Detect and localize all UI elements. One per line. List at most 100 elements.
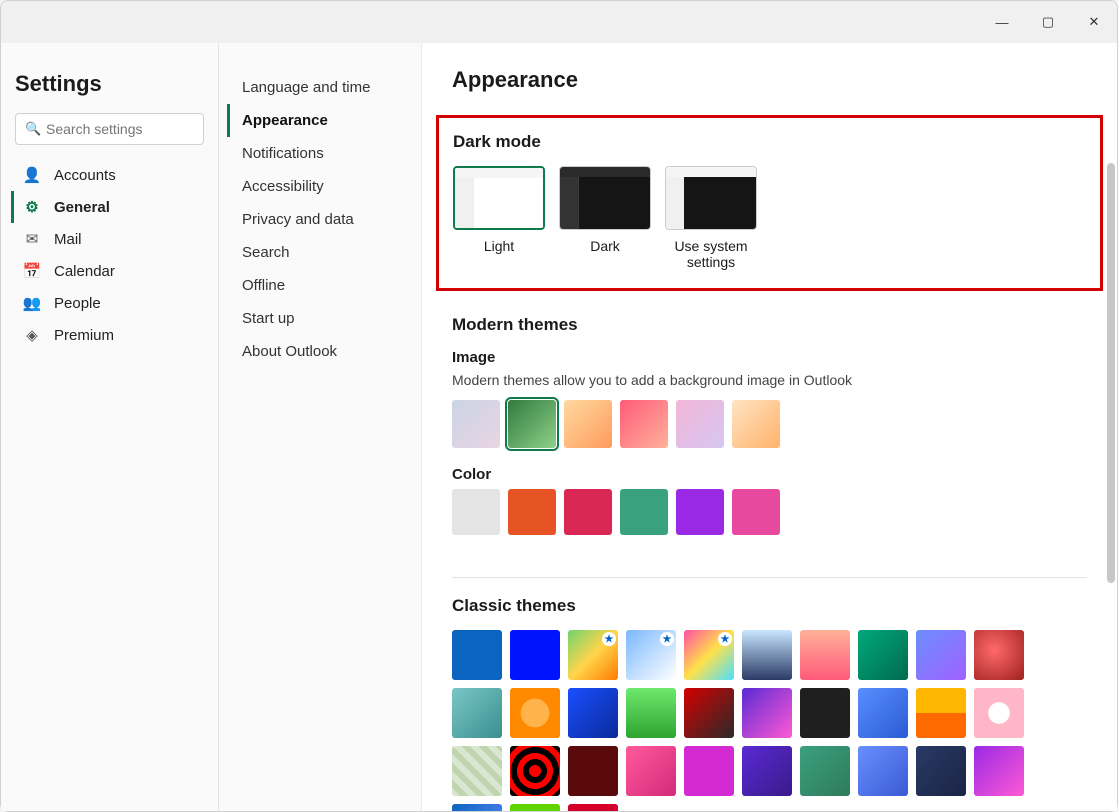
subnav-item-accessibility[interactable]: Accessibility [227,170,413,203]
search-wrap: 🔍 [15,113,204,145]
classic-theme-tile[interactable] [452,746,502,796]
settings-window: — ▢ ✕ Settings 🔍 👤Accounts⚙General✉Mail📅… [0,0,1118,812]
theme-color-c-green[interactable] [620,489,668,535]
sidebar-item-label: General [54,199,110,216]
theme-image-row [452,400,1087,448]
main-panel[interactable]: Appearance Dark mode Light Dark Use system… [421,43,1117,811]
window-minimize-button[interactable]: — [979,1,1025,43]
sidebar-item-label: People [54,295,101,312]
theme-image-img1[interactable] [452,400,500,448]
theme-color-c-red[interactable] [564,489,612,535]
dark-mode-heading: Dark mode [453,132,1086,152]
primary-nav: 👤Accounts⚙General✉Mail📅Calendar 👥 People ◈ P… [11,159,208,351]
theme-color-c-purple[interactable] [676,489,724,535]
window-close-button[interactable]: ✕ [1071,1,1117,43]
classic-theme-tile[interactable] [568,746,618,796]
subnav-item-startup[interactable]: Start up [227,302,413,335]
dark-mode-option-light[interactable]: Light [453,166,545,270]
calendar-icon: 📅 [22,262,42,280]
classic-theme-tile[interactable] [510,688,560,738]
sidebar-item-people[interactable]: 👥 People [11,287,208,319]
classic-theme-tile[interactable] [974,630,1024,680]
classic-theme-tile[interactable] [916,630,966,680]
classic-theme-tile[interactable] [684,688,734,738]
mode-label: Use system settings [665,238,757,270]
theme-color-c-none[interactable] [452,489,500,535]
mode-label: Light [453,238,545,254]
classic-theme-tile[interactable] [800,688,850,738]
classic-theme-tile[interactable] [858,746,908,796]
classic-theme-tile[interactable] [510,804,560,811]
mode-label: Dark [559,238,651,254]
scrollbar-thumb[interactable] [1107,163,1115,583]
premium-badge-icon: ★ [718,632,732,646]
classic-theme-tile[interactable] [974,746,1024,796]
sidebar-item-general[interactable]: ⚙General [11,191,208,223]
classic-theme-tile[interactable] [858,630,908,680]
people-icon: 👥 [22,294,42,312]
theme-image-img5[interactable] [676,400,724,448]
mode-preview [665,166,757,230]
premium-badge-icon: ★ [660,632,674,646]
subnav-item-offline[interactable]: Offline [227,269,413,302]
titlebar: — ▢ ✕ [1,1,1117,43]
classic-theme-tile[interactable] [452,630,502,680]
subnav-item-privacy-data[interactable]: Privacy and data [227,203,413,236]
classic-theme-tile[interactable] [626,688,676,738]
classic-theme-tile[interactable] [742,630,792,680]
sidebar-item-mail[interactable]: ✉Mail [11,223,208,255]
settings-heading: Settings [15,71,196,97]
sidebar-item-premium[interactable]: ◈ Premium [11,319,208,351]
sidebar-item-label: Premium [54,327,114,344]
dark-mode-option-dark[interactable]: Dark [559,166,651,270]
dark-mode-section: Dark mode Light Dark Use system settings [436,115,1103,291]
classic-theme-tile[interactable]: ★ [626,630,676,680]
classic-theme-tile[interactable] [568,688,618,738]
dark-mode-options: Light Dark Use system settings [453,166,1086,270]
classic-theme-tile[interactable]: ★ [568,630,618,680]
scrollbar-track[interactable] [1103,43,1117,811]
page-title: Appearance [452,67,1087,93]
theme-color-c-pink[interactable] [732,489,780,535]
theme-image-img2[interactable] [508,400,556,448]
classic-theme-tile[interactable] [452,804,502,811]
sidebar-item-accounts[interactable]: 👤Accounts [11,159,208,191]
classic-theme-tile[interactable] [626,746,676,796]
classic-theme-tile[interactable] [568,804,618,811]
subnav-item-search[interactable]: Search [227,236,413,269]
dark-mode-option-system[interactable]: Use system settings [665,166,757,270]
classic-theme-tile[interactable] [916,688,966,738]
image-subheading: Image [452,349,1087,366]
subnav-item-appearance[interactable]: Appearance [227,104,413,137]
mode-preview [559,166,651,230]
theme-image-img3[interactable] [564,400,612,448]
theme-color-c-orange[interactable] [508,489,556,535]
classic-theme-tile[interactable] [510,746,560,796]
search-input[interactable] [15,113,204,145]
classic-themes-heading: Classic themes [452,596,1087,616]
classic-theme-tile[interactable] [452,688,502,738]
classic-theme-tile[interactable] [742,688,792,738]
classic-theme-tile[interactable] [684,746,734,796]
sidebar-item-calendar[interactable]: 📅Calendar [11,255,208,287]
color-subheading: Color [452,466,1087,483]
sidebar-item-label: Accounts [54,167,116,184]
premium-icon: ◈ [22,326,42,344]
theme-image-img4[interactable] [620,400,668,448]
window-maximize-button[interactable]: ▢ [1025,1,1071,43]
modern-themes-section: Modern themes Image Modern themes allow … [452,299,1087,559]
subnav-item-notifications[interactable]: Notifications [227,137,413,170]
classic-theme-tile[interactable] [974,688,1024,738]
primary-sidebar: Settings 🔍 👤Accounts⚙General✉Mail📅Calend… [1,43,219,811]
classic-theme-tile[interactable] [510,630,560,680]
classic-theme-tile[interactable] [858,688,908,738]
classic-theme-tile[interactable] [800,746,850,796]
subnav-item-language-time[interactable]: Language and time [227,71,413,104]
theme-image-img6[interactable] [732,400,780,448]
mail-icon: ✉ [22,230,42,248]
classic-theme-tile[interactable] [800,630,850,680]
classic-theme-tile[interactable]: ★ [684,630,734,680]
subnav-item-about[interactable]: About Outlook [227,335,413,368]
classic-theme-tile[interactable] [742,746,792,796]
classic-theme-tile[interactable] [916,746,966,796]
